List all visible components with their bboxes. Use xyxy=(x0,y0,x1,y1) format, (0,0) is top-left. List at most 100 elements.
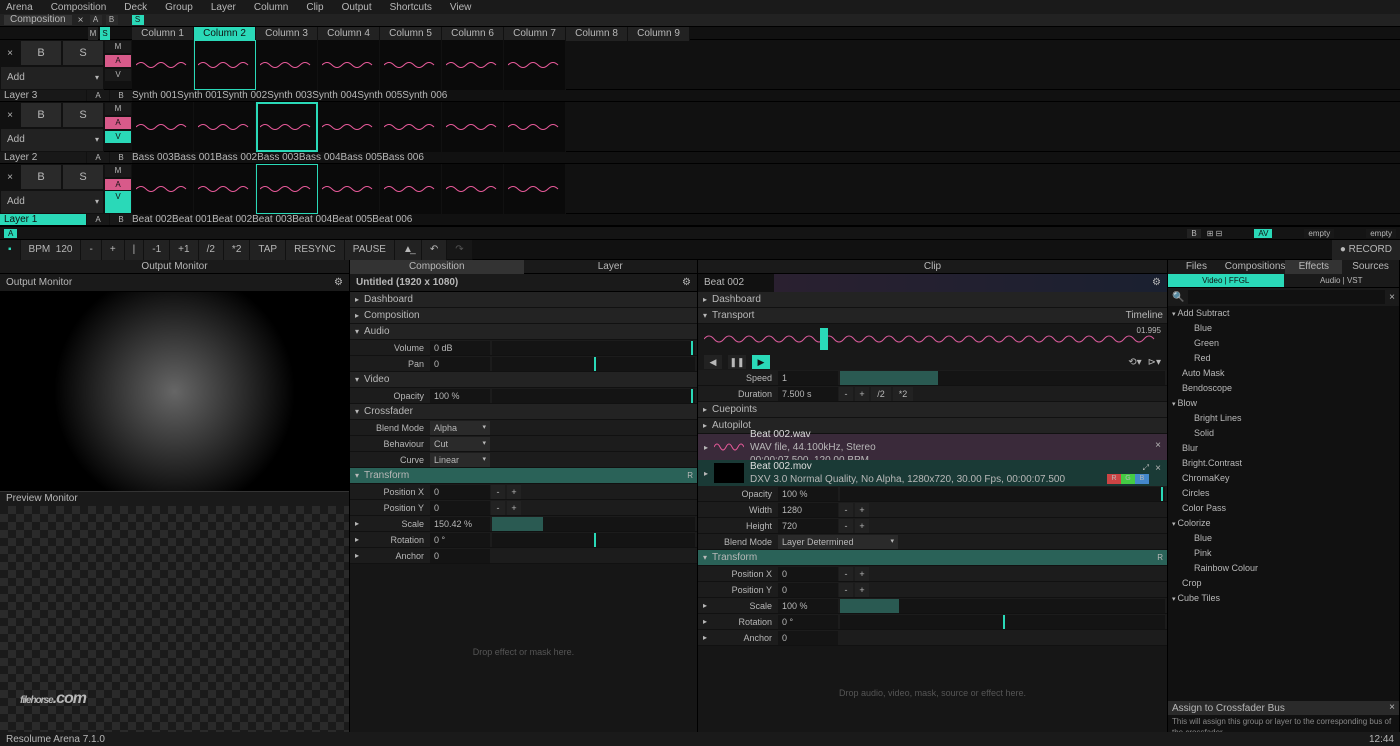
layer-name[interactable]: Layer 2 xyxy=(0,152,86,163)
clip-label[interactable]: Bass 006 xyxy=(382,152,424,163)
clip-label[interactable]: Beat 002 xyxy=(132,214,172,225)
clip-label[interactable]: Synth 003 xyxy=(267,90,312,101)
layer-s[interactable]: S xyxy=(62,102,104,128)
clip-sec-autopilot[interactable]: Autopilot xyxy=(712,420,751,431)
search-input[interactable] xyxy=(1188,290,1385,304)
prev-button[interactable]: ◀ xyxy=(704,355,722,369)
clip-label[interactable]: Bass 003 xyxy=(257,152,299,163)
clip-title[interactable]: Beat 002 xyxy=(698,274,774,292)
tag-b[interactable]: B xyxy=(106,15,118,25)
channel-b[interactable]: B xyxy=(1135,474,1149,484)
menu-output[interactable]: Output xyxy=(342,2,372,13)
column-8[interactable]: Column 8 xyxy=(566,27,628,41)
clip-scale-value[interactable]: 100 % xyxy=(778,599,838,613)
volume-value[interactable]: 0 dB xyxy=(430,341,490,355)
channel-g[interactable]: G xyxy=(1121,474,1135,484)
play-button[interactable]: ▶ xyxy=(752,355,770,369)
close-icon[interactable]: × xyxy=(76,15,86,26)
column-3[interactable]: Column 3 xyxy=(256,27,318,41)
clip-dropzone[interactable]: Drop audio, video, mask, source or effec… xyxy=(698,646,1167,740)
channel-r[interactable]: R xyxy=(1107,474,1121,484)
layer-m[interactable]: M xyxy=(104,40,132,54)
pan-value[interactable]: 0 xyxy=(430,357,490,371)
layer-b[interactable]: B xyxy=(20,102,62,128)
effect-item[interactable]: Cube Tiles xyxy=(1168,591,1399,606)
layer-add[interactable]: Add xyxy=(0,190,104,214)
menu-arena[interactable]: Arena xyxy=(6,2,33,13)
blend-mode-select[interactable]: Alpha xyxy=(430,421,490,435)
effect-item[interactable]: Add Subtract xyxy=(1168,306,1399,321)
opacity-value[interactable]: 100 % xyxy=(430,389,490,403)
speed-slider[interactable] xyxy=(840,371,1165,385)
effect-item[interactable]: ChromaKey xyxy=(1168,471,1399,486)
clip-label[interactable]: Bass 002 xyxy=(215,152,257,163)
effect-item[interactable]: Pink xyxy=(1168,546,1399,561)
menu-layer[interactable]: Layer xyxy=(211,2,236,13)
tag-a[interactable]: A xyxy=(90,15,102,25)
clip-blend-select[interactable]: Layer Determined xyxy=(778,535,898,549)
column-6[interactable]: Column 6 xyxy=(442,27,504,41)
clip-cell[interactable] xyxy=(504,40,566,90)
clip-posy-value[interactable]: 0 xyxy=(778,583,838,597)
height-plus[interactable]: + xyxy=(855,519,869,533)
loop-icon[interactable]: ⟲▾ xyxy=(1128,357,1141,368)
scale-value[interactable]: 150.42 % xyxy=(430,517,490,531)
effect-item[interactable]: Crop xyxy=(1168,576,1399,591)
clip-cell[interactable] xyxy=(318,102,380,152)
clip-opacity-slider[interactable] xyxy=(840,487,1165,501)
layer-close[interactable]: × xyxy=(0,164,20,190)
dur-plus[interactable]: + xyxy=(855,387,869,401)
col-tag-m[interactable]: M xyxy=(88,27,98,41)
clip-sec-transform[interactable]: Transform xyxy=(712,552,757,563)
posy-minus[interactable]: - xyxy=(491,501,505,515)
layer-s[interactable]: S xyxy=(62,40,104,66)
menu-column[interactable]: Column xyxy=(254,2,288,13)
clip-cell[interactable] xyxy=(318,40,380,90)
rotation-value[interactable]: 0 ° xyxy=(430,533,490,547)
dur-minus[interactable]: - xyxy=(839,387,853,401)
layer-name[interactable]: Layer 3 xyxy=(0,90,86,101)
effect-item[interactable]: Rainbow Colour xyxy=(1168,561,1399,576)
transport-mode-select[interactable]: Timeline xyxy=(1126,310,1163,321)
close-icon[interactable]: × xyxy=(1155,440,1161,451)
clip-cell[interactable] xyxy=(194,40,256,90)
deck-b[interactable]: B xyxy=(1187,229,1200,238)
tab-sources[interactable]: Sources xyxy=(1342,260,1399,274)
effect-item[interactable]: Auto Mask xyxy=(1168,366,1399,381)
bpm-plus1[interactable]: +1 xyxy=(170,240,198,260)
layer-close[interactable]: × xyxy=(0,102,20,128)
column-7[interactable]: Column 7 xyxy=(504,27,566,41)
clip-label[interactable]: Bass 004 xyxy=(299,152,341,163)
clip-cell[interactable] xyxy=(380,164,442,214)
clip-sec-dashboard[interactable]: Dashboard xyxy=(712,294,761,305)
effect-item[interactable]: Blow xyxy=(1168,396,1399,411)
effect-item[interactable]: Colorize xyxy=(1168,516,1399,531)
dur-mul2[interactable]: *2 xyxy=(893,387,913,401)
posx-plus[interactable]: + xyxy=(507,485,521,499)
width-plus[interactable]: + xyxy=(855,503,869,517)
clip-cell[interactable] xyxy=(380,40,442,90)
layer-ab-b[interactable]: B xyxy=(109,152,132,163)
dot-icon[interactable]: ▪ xyxy=(8,244,12,255)
clip-label[interactable]: Synth 006 xyxy=(402,90,447,101)
clip-cell[interactable] xyxy=(442,102,504,152)
deck-empty2[interactable]: empty xyxy=(1366,229,1396,238)
clip-audio-media[interactable]: ▸ Beat 002.wavWAV file, 44.100kHz, Stere… xyxy=(698,434,1167,460)
clip-height-value[interactable]: 720 xyxy=(778,519,838,533)
dur-div2[interactable]: /2 xyxy=(871,387,891,401)
effect-item[interactable]: Blue xyxy=(1168,531,1399,546)
width-minus[interactable]: - xyxy=(839,503,853,517)
assign-bar[interactable]: Assign to Crossfader Bus× xyxy=(1168,701,1399,715)
reset-icon[interactable]: R xyxy=(687,471,693,480)
clip-cell[interactable] xyxy=(256,40,318,90)
clip-label[interactable]: Bass 003 xyxy=(132,152,174,163)
bpm-div2[interactable]: /2 xyxy=(199,240,224,260)
clip-label[interactable]: Beat 003 xyxy=(252,214,292,225)
clip-cell[interactable] xyxy=(256,164,318,214)
pan-slider[interactable] xyxy=(492,357,695,371)
gear-icon[interactable]: ⚙ xyxy=(334,277,343,288)
deck-empty1[interactable]: empty xyxy=(1304,229,1334,238)
layer-m[interactable]: M xyxy=(104,102,132,116)
bpm-minus[interactable]: - xyxy=(81,240,101,260)
bpm-resync[interactable]: RESYNC xyxy=(286,240,345,260)
